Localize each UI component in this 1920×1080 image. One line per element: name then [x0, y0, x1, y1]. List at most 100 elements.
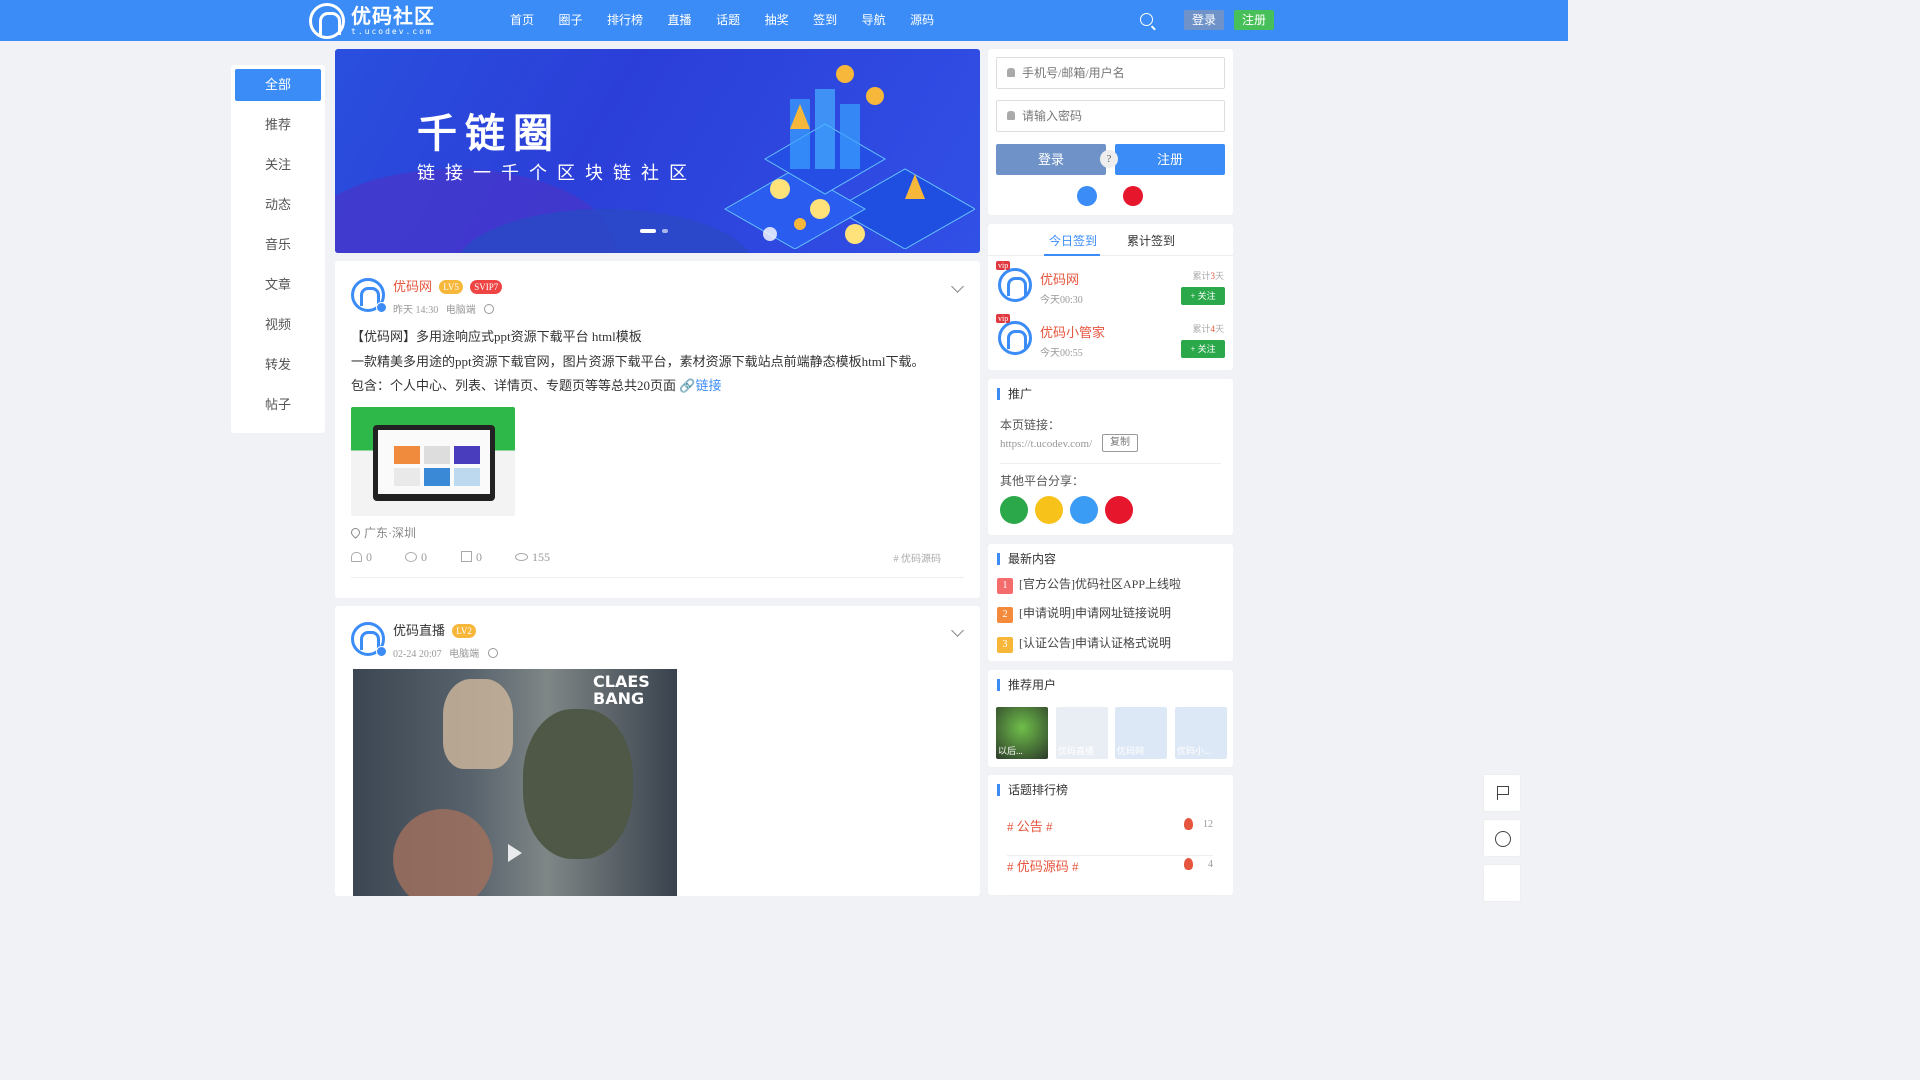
- nav-checkin[interactable]: 签到: [802, 0, 848, 41]
- password-placeholder: 请输入密码: [1022, 109, 1083, 123]
- nav-ranking[interactable]: 排行榜: [596, 0, 654, 41]
- checkin-user-name[interactable]: 优码网: [1040, 269, 1079, 288]
- nav-directory[interactable]: 导航: [851, 0, 897, 41]
- like-button[interactable]: 0: [351, 550, 372, 565]
- nav-source[interactable]: 源码: [899, 0, 945, 41]
- user-card[interactable]: 优码小...: [1175, 707, 1227, 759]
- topic-row[interactable]: # 优码源码 # 4: [1007, 856, 1213, 896]
- wechat-moments-share-icon[interactable]: [1000, 496, 1028, 524]
- recommended-users-card: 推荐用户 以后... 优码直播 优码网 优码小...: [988, 670, 1233, 767]
- latest-item[interactable]: 1 [官方公告]优码社区APP上线啦: [997, 575, 1181, 594]
- tab-total-checkin[interactable]: 累计签到: [1127, 232, 1175, 249]
- checkin-avatar[interactable]: [998, 268, 1032, 302]
- qzone-share-icon[interactable]: [1035, 496, 1063, 524]
- video-poster[interactable]: CLAES BANG: [353, 669, 677, 896]
- link-icon: 🔗: [679, 378, 696, 393]
- header-register-button[interactable]: 注册: [1234, 10, 1274, 30]
- author-avatar[interactable]: [351, 278, 387, 313]
- qq-login-icon[interactable]: [1077, 186, 1097, 206]
- checkin-row: vip 优码小管家 今天00:55 累计4天 + 关注: [988, 310, 1233, 363]
- qq-share-icon[interactable]: [1070, 496, 1098, 524]
- latest-item[interactable]: 3 [认证公告]申请认证格式说明: [997, 634, 1171, 653]
- user-card[interactable]: 以后...: [996, 707, 1048, 759]
- nav-home[interactable]: 首页: [499, 0, 545, 41]
- eye-icon: [515, 553, 528, 561]
- nav-topics[interactable]: 话题: [705, 0, 751, 41]
- latest-content-title: 最新内容: [997, 553, 1056, 565]
- follow-button[interactable]: + 关注: [1181, 287, 1225, 305]
- topic-ranking-card: 话题排行榜 # 公告 # 12 # 优码源码 # 4: [988, 775, 1233, 896]
- report-button[interactable]: [1483, 774, 1521, 812]
- nav-circles[interactable]: 圈子: [548, 0, 594, 41]
- latest-item-text: [申请说明]申请网址链接说明: [1019, 606, 1171, 620]
- author-avatar[interactable]: [351, 622, 387, 657]
- poster-figure: [393, 809, 493, 896]
- flag-icon: [1497, 786, 1509, 800]
- post-topic-tag[interactable]: # 优码源码: [894, 550, 942, 565]
- favorite-button[interactable]: [1483, 864, 1521, 902]
- filter-posts[interactable]: 帖子: [235, 389, 321, 421]
- nav-live[interactable]: 直播: [657, 0, 703, 41]
- checkin-row: vip 优码网 今天00:30 累计3天 + 关注: [988, 257, 1233, 310]
- feed-post: 优码直播 LV2 02-24 20:07 电脑端 CLAES BANG: [335, 606, 980, 896]
- nav-lottery[interactable]: 抽奖: [754, 0, 800, 41]
- follow-button[interactable]: + 关注: [1181, 340, 1225, 358]
- latest-content-card: 最新内容 1 [官方公告]优码社区APP上线啦 2 [申请说明]申请网址链接说明 3…: [988, 544, 1233, 661]
- topic-row[interactable]: # 公告 # 12: [1007, 816, 1213, 856]
- banner-dot-1[interactable]: [640, 229, 656, 233]
- chevron-down-icon[interactable]: [951, 280, 964, 293]
- filter-videos[interactable]: 视频: [235, 309, 321, 341]
- globe-icon: [484, 304, 495, 314]
- banner-dot-2[interactable]: [662, 229, 668, 233]
- filter-music[interactable]: 音乐: [235, 229, 321, 261]
- register-button[interactable]: 注册: [1115, 144, 1225, 175]
- hero-banner[interactable]: 千链圈 链接一千个区块链社区: [335, 49, 980, 253]
- login-button[interactable]: 登录: [996, 144, 1106, 175]
- vip-badge: vip: [996, 261, 1011, 270]
- login-card: 手机号/邮箱/用户名 请输入密码 登录 ? 注册: [988, 49, 1233, 215]
- chevron-down-icon[interactable]: [951, 624, 964, 637]
- post-body-text: 包含：个人中心、列表、详情页、专题页等等总共20页面: [351, 378, 677, 393]
- copy-button[interactable]: 复制: [1102, 434, 1138, 452]
- logo-subtitle: t.ucodev.com: [351, 27, 433, 36]
- comment-button[interactable]: 0: [405, 550, 427, 565]
- checkin-avatar[interactable]: [998, 321, 1032, 355]
- help-icon[interactable]: ?: [1100, 150, 1118, 168]
- promotion-title: 推广: [997, 388, 1032, 400]
- post-time: 昨天 14:30: [393, 305, 439, 316]
- checkin-user-name[interactable]: 优码小管家: [1040, 322, 1105, 341]
- comment-icon: [405, 552, 417, 562]
- weibo-share-icon[interactable]: [1105, 496, 1133, 524]
- tab-today-checkin[interactable]: 今日签到: [1049, 232, 1097, 249]
- share-button[interactable]: 0: [461, 550, 482, 565]
- filter-reposts[interactable]: 转发: [235, 349, 321, 381]
- author-name[interactable]: 优码网: [393, 279, 432, 294]
- filter-moments[interactable]: 动态: [235, 189, 321, 221]
- latest-item[interactable]: 2 [申请说明]申请网址链接说明: [997, 604, 1171, 623]
- user-card[interactable]: 优码直播: [1056, 707, 1108, 759]
- username-field[interactable]: 手机号/邮箱/用户名: [996, 57, 1225, 89]
- quick-action-button[interactable]: [1483, 819, 1521, 857]
- post-link[interactable]: 🔗链接: [679, 378, 721, 393]
- header-login-button[interactable]: 登录: [1184, 10, 1224, 30]
- author-line: 优码网 LV5 SVIP7: [393, 276, 503, 295]
- user-card[interactable]: 优码网: [1115, 707, 1167, 759]
- filter-recommended[interactable]: 推荐: [235, 109, 321, 141]
- search-icon[interactable]: [1140, 13, 1153, 26]
- author-name[interactable]: 优码直播: [393, 623, 445, 638]
- filter-following[interactable]: 关注: [235, 149, 321, 181]
- view-count: 155: [515, 550, 550, 565]
- post-link-label: 链接: [695, 378, 722, 393]
- weibo-login-icon[interactable]: [1123, 186, 1143, 206]
- play-icon[interactable]: [508, 844, 522, 862]
- divider: [1000, 463, 1221, 464]
- filter-all[interactable]: 全部: [235, 69, 321, 101]
- logo-mark-icon: [309, 3, 345, 39]
- checkin-tabs: 今日签到 累计签到: [988, 224, 1233, 256]
- site-logo[interactable]: 优码社区 t.ucodev.com: [309, 3, 449, 39]
- share-icon: [461, 551, 472, 562]
- filter-articles[interactable]: 文章: [235, 269, 321, 301]
- post-image[interactable]: [351, 407, 515, 516]
- password-field[interactable]: 请输入密码: [996, 100, 1225, 132]
- vip-badge: SVIP7: [470, 280, 503, 294]
